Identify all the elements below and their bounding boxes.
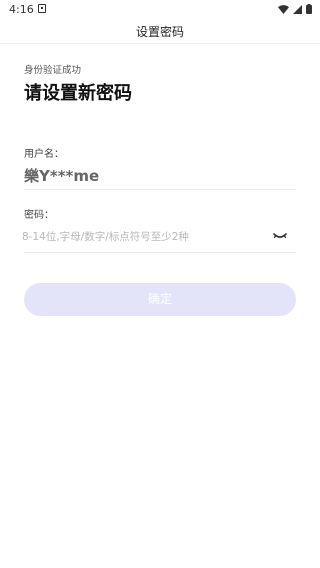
divider <box>24 252 296 253</box>
username-label: 用户名： <box>24 149 64 160</box>
verify-success-text: 身份验证成功 <box>24 65 82 76</box>
eye-closed-icon[interactable] <box>272 230 288 242</box>
status-icons <box>278 4 312 14</box>
battery-icon <box>306 4 312 14</box>
password-label: 密码： <box>24 210 54 221</box>
confirm-button[interactable]: 确定 <box>24 283 296 316</box>
notification-icon <box>38 4 46 13</box>
page-heading: 请设置新密码 <box>24 83 132 104</box>
signal-icon <box>293 4 302 14</box>
divider <box>24 189 296 190</box>
password-input[interactable] <box>22 226 262 248</box>
status-bar: 4:16 <box>0 0 320 18</box>
status-time: 4:16 <box>9 3 34 16</box>
nav-bar: 设置密码 <box>0 18 320 44</box>
username-value: 樂Y***me <box>24 167 100 185</box>
page-title: 设置密码 <box>135 25 184 39</box>
wifi-icon <box>278 4 289 14</box>
